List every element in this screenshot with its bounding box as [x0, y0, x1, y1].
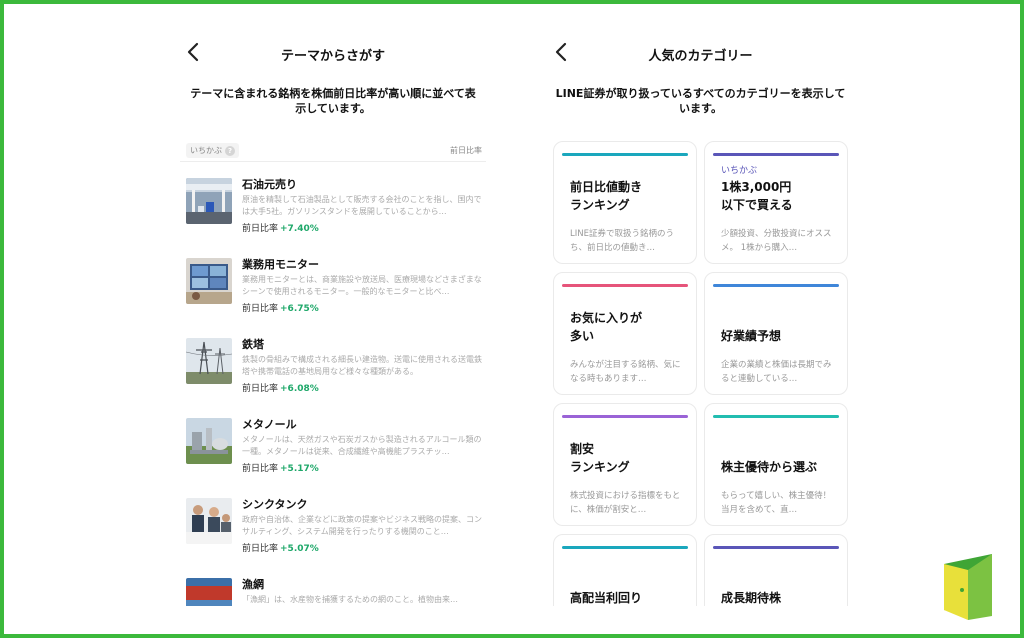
card-accent-bar	[713, 415, 839, 418]
theme-rate: 前日比率 +6.75%	[242, 301, 484, 314]
rate-label: 前日比率	[242, 384, 279, 394]
list-item[interactable]: メタノール メタノールは、天然ガスや石炭ガスから製造されるアルコール類の一種。メ…	[180, 410, 486, 490]
card-accent-bar	[713, 546, 839, 549]
business-meeting-photo	[186, 498, 232, 544]
theme-description: 鉄製の骨組みで構成される細長い建造物。送電に使用される送電鉄塔や携帯電話の基地局…	[242, 355, 482, 376]
card-title: 成長期待株	[721, 591, 782, 605]
gas-station-photo	[186, 178, 232, 224]
category-card[interactable]: 割安 ランキング株式投資における指標をもとに、株価が割安と…	[553, 403, 697, 526]
ichikabu-filter[interactable]: いちかぶ ?	[186, 143, 239, 158]
methanol-plant-photo	[186, 418, 232, 464]
card-title: お気に入りが 多い	[570, 311, 643, 343]
ichikabu-label: いちかぶ	[190, 146, 222, 155]
column-label-rate[interactable]: 前日比率	[450, 145, 482, 156]
page-title: テーマからさがす	[280, 49, 385, 64]
theme-list: 石油元売り 原油を精製して石油製品として販売する会社のことを指し、国内では大手5…	[180, 170, 486, 606]
card-title: 好業績予想	[721, 329, 782, 343]
help-icon[interactable]: ?	[225, 145, 235, 156]
list-item[interactable]: 業務用モニター 業務用モニターとは、商業施設や放送局、医療現場などさまざまなシー…	[180, 250, 486, 330]
card-accent-bar	[562, 284, 688, 287]
rate-label: 前日比率	[242, 544, 279, 554]
page-title: 人気のカテゴリー	[648, 49, 753, 64]
card-description: 株式投資における指標をもとに、株価が割安と…	[570, 491, 681, 515]
card-description: LINE証券で取扱う銘柄のうち、前日比の値動き…	[570, 229, 674, 253]
theme-name: シンクタンク	[242, 498, 308, 511]
theme-description: 原油を精製して石油製品として販売する会社のことを指し、国内では大手5社。ガソリン…	[242, 195, 482, 216]
theme-name: 漁網	[242, 578, 264, 591]
rate-label: 前日比率	[242, 224, 279, 234]
theme-name: 石油元売り	[242, 178, 297, 191]
category-description: LINE証券が取り扱っているすべてのカテゴリーを表示しています。	[555, 87, 846, 115]
rate-value: +6.08%	[280, 384, 319, 394]
category-card[interactable]: 前日比値動き ランキング LINE証券で取扱う銘柄のうち、前日比の値動き…	[553, 141, 697, 264]
theme-header: テーマからさがす	[180, 36, 486, 72]
category-header: 人気のカテゴリー	[548, 36, 853, 72]
theme-search-screen: テーマからさがす テーマに含まれる銘柄を株価前日比率が高い順に並べて表示していま…	[180, 36, 486, 606]
card-accent-bar	[562, 153, 688, 156]
theme-name: 鉄塔	[242, 338, 264, 351]
card-tag: いちかぶ	[721, 166, 758, 176]
category-card[interactable]: 成長期待株	[704, 534, 848, 606]
theme-description: テーマに含まれる銘柄を株価前日比率が高い順に並べて表示しています。	[190, 87, 476, 115]
theme-description: 業務用モニターとは、商業施設や放送局、医療現場などさまざまなシーンで使用されるモ…	[242, 275, 482, 296]
rate-value: +6.75%	[280, 304, 319, 314]
list-item[interactable]: シンクタンク 政府や自治体、企業などに政策の提案やビジネス戦略の提案、コンサルテ…	[180, 490, 486, 570]
list-item[interactable]: 鉄塔 鉄製の骨組みで構成される細長い建造物。送電に使用される送電鉄塔や携帯電話の…	[180, 330, 486, 410]
popular-categories-screen: 人気のカテゴリー LINE証券が取り扱っているすべてのカテゴリーを表示しています…	[548, 36, 853, 606]
card-title: 前日比値動き ランキング	[570, 180, 643, 212]
rate-value: +5.17%	[280, 464, 319, 474]
card-title: 株主優待から選ぶ	[721, 460, 818, 474]
green-frame	[0, 0, 1024, 638]
rate-label: 前日比率	[242, 304, 279, 314]
category-card[interactable]: 株主優待から選ぶもらって嬉しい、株主優待！ 当月を含めて、直…	[704, 403, 848, 526]
door-logo-icon	[940, 550, 996, 622]
card-title: 1株3,000円 以下で買える	[721, 180, 793, 212]
category-card[interactable]: いちかぶ 1株3,000円 以下で買える少額投資、分散投資にオススメ。 1株から購…	[704, 141, 848, 264]
card-accent-bar	[713, 284, 839, 287]
list-item[interactable]: 石油元売り 原油を精製して石油製品として販売する会社のことを指し、国内では大手5…	[180, 170, 486, 250]
theme-name: 業務用モニター	[242, 258, 319, 271]
rate-label: 前日比率	[242, 464, 279, 474]
card-title: 割安 ランキング	[570, 442, 630, 474]
theme-rate: 前日比率 +6.08%	[242, 381, 484, 394]
card-title: 高配当利回り	[570, 591, 643, 605]
category-card[interactable]: 高配当利回り	[553, 534, 697, 606]
theme-rate: 前日比率 +5.07%	[242, 541, 484, 554]
rate-value: +5.07%	[280, 544, 319, 554]
card-accent-bar	[713, 153, 839, 156]
card-description: 少額投資、分散投資にオススメ。 1株から購入…	[721, 229, 832, 253]
list-item[interactable]: 漁網 「漁網」は、水産物を捕獲するための網のこと。植物由来…	[180, 570, 486, 606]
theme-rate: 前日比率 +5.17%	[242, 461, 484, 474]
card-accent-bar	[562, 415, 688, 418]
card-description: もらって嬉しい、株主優待！ 当月を含めて、直…	[721, 491, 832, 515]
theme-description: 「漁網」は、水産物を捕獲するための網のこと。植物由来…	[242, 595, 458, 604]
steel-tower-photo	[186, 338, 232, 384]
theme-description: メタノールは、天然ガスや石炭ガスから製造されるアルコール類の一種。メタノールは従…	[242, 435, 482, 456]
rate-value: +7.40%	[280, 224, 319, 234]
category-card[interactable]: 好業績予想企業の業績と株価は長期でみると連動している…	[704, 272, 848, 395]
theme-rate: 前日比率 +7.40%	[242, 221, 484, 234]
theme-description: 政府や自治体、企業などに政策の提案やビジネス戦略の提案、コンサルティング、システ…	[242, 515, 482, 536]
monitor-photo	[186, 258, 232, 304]
theme-name: メタノール	[242, 418, 297, 431]
fishing-net-photo	[186, 578, 232, 606]
card-description: 企業の業績と株価は長期でみると連動している…	[721, 360, 832, 384]
category-card[interactable]: お気に入りが 多いみんなが注目する銘柄、気になる時もあります…	[553, 272, 697, 395]
card-description: みんなが注目する銘柄、気になる時もあります…	[570, 360, 681, 384]
list-header: いちかぶ ? 前日比率	[180, 140, 486, 162]
card-accent-bar	[562, 546, 688, 549]
